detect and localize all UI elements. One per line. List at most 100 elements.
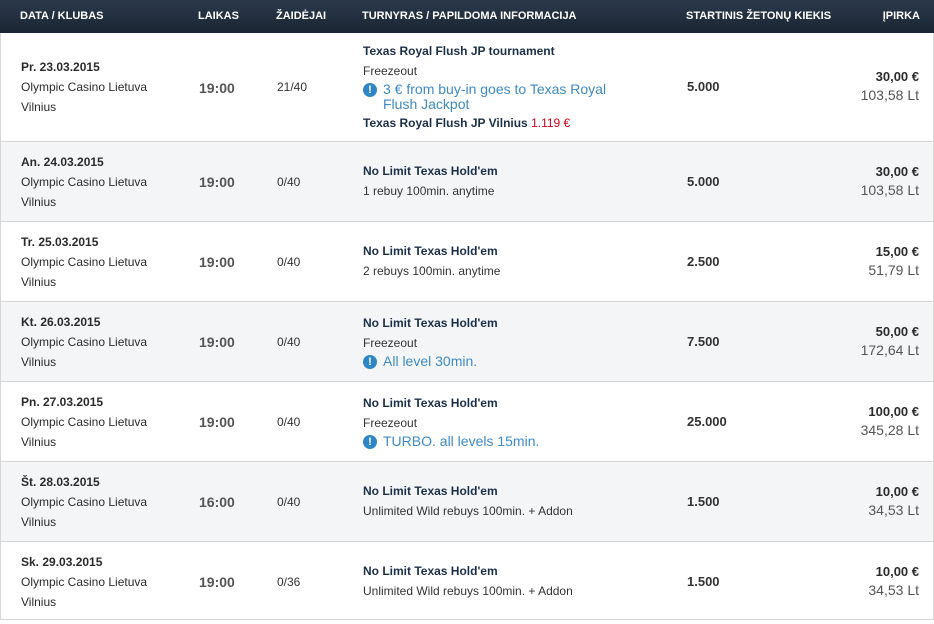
header-date-club[interactable]: DATA / KLUBAS: [20, 10, 104, 22]
row-tournament-name[interactable]: No Limit Texas Hold'em: [363, 316, 643, 330]
row-price-eur: 100,00 €: [868, 404, 919, 419]
row-jackpot: Texas Royal Flush JP Vilnius 1.119 €: [363, 116, 643, 130]
row-tournament-detail: Freezeout: [363, 416, 418, 430]
table-row[interactable]: An. 24.03.2015 Olympic Casino Lietuva Vi…: [0, 142, 934, 222]
date-club-cell: Sk. 29.03.2015 Olympic Casino Lietuva Vi…: [21, 552, 147, 612]
row-date: Pr. 23.03.2015: [21, 60, 100, 74]
tournament-cell: Texas Royal Flush JP tournament Freezeou…: [363, 44, 643, 130]
row-city: Vilnius: [21, 595, 57, 609]
price-cell: 30,00 € 103,58 Lt: [861, 162, 919, 200]
date-club-cell: Pn. 27.03.2015 Olympic Casino Lietuva Vi…: [21, 392, 147, 452]
row-tournament-info: ! TURBO. all levels 15min.: [363, 434, 643, 449]
table-row[interactable]: Št. 28.03.2015 Olympic Casino Lietuva Vi…: [0, 462, 934, 542]
row-players: 0/36: [277, 575, 301, 589]
row-club: Olympic Casino Lietuva: [21, 575, 148, 589]
row-club: Olympic Casino Lietuva: [21, 175, 148, 189]
row-date: Sk. 29.03.2015: [21, 555, 103, 569]
tournament-cell: No Limit Texas Hold'em Freezeout ! All l…: [363, 316, 643, 369]
row-tournament-name[interactable]: No Limit Texas Hold'em: [363, 484, 643, 498]
row-info-text: 3 € from buy-in goes to Texas Royal Flus…: [383, 81, 607, 112]
row-players: 0/40: [277, 495, 301, 509]
row-tournament-info: ! All level 30min.: [363, 354, 643, 369]
row-chips: 5.000: [687, 79, 720, 94]
row-tournament-name[interactable]: No Limit Texas Hold'em: [363, 564, 643, 578]
row-tournament-detail: 1 rebuy 100min. anytime: [363, 184, 495, 198]
row-price-lt: 51,79 Lt: [868, 262, 919, 278]
row-club: Olympic Casino Lietuva: [21, 255, 148, 269]
row-time: 19:00: [199, 254, 235, 270]
row-tournament-name[interactable]: No Limit Texas Hold'em: [363, 396, 643, 410]
row-price-lt: 34,53 Lt: [868, 502, 919, 518]
tournament-cell: No Limit Texas Hold'em Unlimited Wild re…: [363, 564, 643, 602]
row-price-eur: 50,00 €: [875, 324, 919, 339]
tournament-cell: No Limit Texas Hold'em 2 rebuys 100min. …: [363, 244, 643, 282]
row-time: 19:00: [199, 80, 235, 96]
row-price-lt: 103,58 Lt: [860, 182, 919, 198]
tournament-cell: No Limit Texas Hold'em Freezeout ! TURBO…: [363, 396, 643, 449]
tournament-table: DATA / KLUBAS LAIKAS ŽAIDĖJAI TURNYRAS /…: [0, 0, 934, 620]
row-city: Vilnius: [21, 515, 57, 529]
row-price-eur: 15,00 €: [875, 244, 919, 259]
row-time: 19:00: [199, 334, 235, 350]
row-date: Kt. 26.03.2015: [21, 315, 101, 329]
date-club-cell: An. 24.03.2015 Olympic Casino Lietuva Vi…: [21, 152, 147, 212]
row-city: Vilnius: [21, 100, 57, 114]
row-time: 16:00: [199, 494, 235, 510]
tournament-cell: No Limit Texas Hold'em 1 rebuy 100min. a…: [363, 164, 643, 202]
table-row[interactable]: Tr. 25.03.2015 Olympic Casino Lietuva Vi…: [0, 222, 934, 302]
row-tournament-detail: Unlimited Wild rebuys 100min. + Addon: [363, 504, 573, 518]
row-players: 0/40: [277, 175, 301, 189]
row-city: Vilnius: [21, 195, 57, 209]
row-price-eur: 30,00 €: [875, 69, 919, 84]
table-row[interactable]: Pn. 27.03.2015 Olympic Casino Lietuva Vi…: [0, 382, 934, 462]
row-date: An. 24.03.2015: [21, 155, 104, 169]
row-price-eur: 30,00 €: [875, 164, 919, 179]
row-club: Olympic Casino Lietuva: [21, 415, 148, 429]
row-tournament-name[interactable]: No Limit Texas Hold'em: [363, 164, 643, 178]
row-jackpot-label: Texas Royal Flush JP Vilnius: [363, 116, 528, 130]
header-price[interactable]: ĮPIRKA: [883, 10, 920, 22]
row-date: Št. 28.03.2015: [21, 475, 100, 489]
price-cell: 15,00 € 51,79 Lt: [868, 242, 919, 280]
row-time: 19:00: [199, 174, 235, 190]
row-time: 19:00: [199, 414, 235, 430]
tournament-cell: No Limit Texas Hold'em Unlimited Wild re…: [363, 484, 643, 522]
header-tournament[interactable]: TURNYRAS / PAPILDOMA INFORMACIJA: [362, 10, 577, 22]
row-tournament-name[interactable]: No Limit Texas Hold'em: [363, 244, 643, 258]
row-chips: 5.000: [687, 174, 720, 189]
date-club-cell: Kt. 26.03.2015 Olympic Casino Lietuva Vi…: [21, 312, 147, 372]
table-row[interactable]: Sk. 29.03.2015 Olympic Casino Lietuva Vi…: [0, 542, 934, 620]
row-chips: 2.500: [687, 254, 720, 269]
row-chips: 1.500: [687, 574, 720, 589]
header-players[interactable]: ŽAIDĖJAI: [276, 10, 326, 22]
row-chips: 25.000: [687, 414, 727, 429]
row-info-text: TURBO. all levels 15min.: [383, 433, 540, 449]
row-time: 19:00: [199, 574, 235, 590]
row-tournament-detail: Unlimited Wild rebuys 100min. + Addon: [363, 584, 573, 598]
row-city: Vilnius: [21, 275, 57, 289]
row-chips: 7.500: [687, 334, 720, 349]
row-city: Vilnius: [21, 435, 57, 449]
table-row[interactable]: Pr. 23.03.2015 Olympic Casino Lietuva Vi…: [0, 33, 934, 142]
table-row[interactable]: Kt. 26.03.2015 Olympic Casino Lietuva Vi…: [0, 302, 934, 382]
date-club-cell: Št. 28.03.2015 Olympic Casino Lietuva Vi…: [21, 472, 147, 532]
row-club: Olympic Casino Lietuva: [21, 495, 148, 509]
price-cell: 10,00 € 34,53 Lt: [868, 562, 919, 600]
row-jackpot-amount: 1.119 €: [531, 116, 571, 130]
date-club-cell: Pr. 23.03.2015 Olympic Casino Lietuva Vi…: [21, 57, 147, 117]
row-date: Tr. 25.03.2015: [21, 235, 99, 249]
row-club: Olympic Casino Lietuva: [21, 80, 148, 94]
header-chips[interactable]: STARTINIS ŽETONŲ KIEKIS: [686, 10, 831, 22]
row-city: Vilnius: [21, 355, 57, 369]
price-cell: 50,00 € 172,64 Lt: [861, 322, 919, 360]
exclamation-circle-icon: !: [363, 83, 377, 97]
exclamation-circle-icon: !: [363, 435, 377, 449]
row-price-eur: 10,00 €: [875, 484, 919, 499]
row-tournament-name[interactable]: Texas Royal Flush JP tournament: [363, 44, 643, 58]
row-price-lt: 103,58 Lt: [860, 87, 919, 103]
row-players: 21/40: [277, 80, 308, 94]
table-header: DATA / KLUBAS LAIKAS ŽAIDĖJAI TURNYRAS /…: [0, 0, 934, 33]
price-cell: 100,00 € 345,28 Lt: [861, 402, 919, 440]
row-price-lt: 172,64 Lt: [860, 342, 919, 358]
header-time[interactable]: LAIKAS: [198, 10, 239, 22]
